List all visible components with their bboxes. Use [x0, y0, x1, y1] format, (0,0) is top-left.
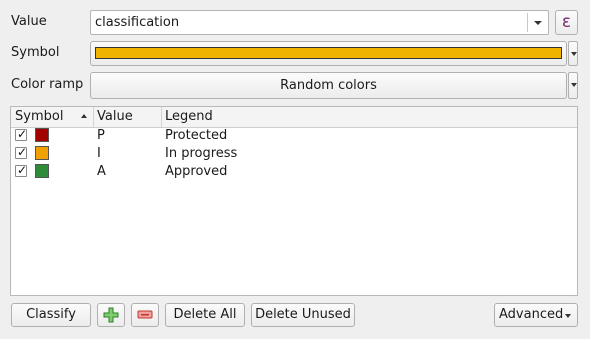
- row-checkbox[interactable]: ✓: [15, 145, 28, 159]
- expression-button[interactable]: ε: [555, 10, 578, 35]
- color-ramp-button[interactable]: Random colors: [90, 72, 567, 99]
- combo-separator: [527, 13, 528, 32]
- row-value: A: [97, 164, 106, 179]
- column-header-value[interactable]: Value: [97, 109, 133, 125]
- chevron-down-icon: [571, 83, 577, 87]
- table-row[interactable]: ✓ I In progress: [11, 145, 577, 163]
- color-ramp-dropdown-button[interactable]: [568, 72, 578, 99]
- advanced-menu-button[interactable]: Advanced: [494, 303, 578, 327]
- color-ramp-value: Random colors: [280, 78, 377, 93]
- column-divider[interactable]: [161, 107, 162, 127]
- row-legend: Protected: [165, 128, 228, 143]
- classes-table[interactable]: Symbol Value Legend ✓ P Protected ✓ I In…: [10, 106, 578, 296]
- checkmark-icon: ✓: [17, 127, 28, 141]
- value-label: Value: [11, 14, 47, 29]
- categorized-renderer-panel: Value classification ε Symbol Color ramp…: [0, 0, 590, 339]
- column-header-legend[interactable]: Legend: [165, 109, 213, 125]
- chevron-down-icon: [571, 52, 577, 56]
- symbol-dropdown-button[interactable]: [568, 41, 578, 66]
- checkmark-icon: ✓: [17, 145, 28, 159]
- column-header-symbol[interactable]: Symbol: [15, 109, 63, 125]
- add-class-button[interactable]: [97, 303, 125, 327]
- row-value: I: [97, 146, 101, 161]
- delete-unused-button[interactable]: Delete Unused: [251, 303, 355, 327]
- row-legend: In progress: [165, 146, 238, 161]
- sort-ascending-icon: [81, 114, 87, 118]
- remove-class-button[interactable]: [131, 303, 159, 327]
- table-row[interactable]: ✓ A Approved: [11, 163, 577, 181]
- chevron-down-icon: [565, 314, 571, 318]
- row-value: P: [97, 128, 105, 143]
- table-row[interactable]: ✓ P Protected: [11, 127, 577, 145]
- symbol-preview-swatch: [95, 47, 562, 59]
- checkmark-icon: ✓: [17, 163, 28, 177]
- symbol-button[interactable]: [90, 41, 567, 66]
- column-divider[interactable]: [93, 107, 94, 127]
- classify-button[interactable]: Classify: [11, 303, 91, 327]
- epsilon-icon: ε: [561, 12, 572, 32]
- table-header: Symbol Value Legend: [11, 107, 577, 128]
- symbol-label: Symbol: [11, 45, 60, 60]
- symbol-swatch[interactable]: [35, 164, 49, 178]
- symbol-swatch[interactable]: [35, 146, 49, 160]
- color-ramp-label: Color ramp: [11, 77, 84, 92]
- row-checkbox[interactable]: ✓: [15, 163, 28, 177]
- symbol-swatch[interactable]: [35, 128, 49, 142]
- delete-all-button[interactable]: Delete All: [165, 303, 245, 327]
- minus-icon: [137, 310, 153, 319]
- value-field-combo[interactable]: classification: [90, 10, 549, 35]
- chevron-down-icon: [534, 21, 542, 25]
- plus-icon: [103, 307, 119, 323]
- row-legend: Approved: [165, 164, 228, 179]
- row-checkbox[interactable]: ✓: [15, 127, 28, 141]
- advanced-label: Advanced: [499, 307, 564, 322]
- value-field-text: classification: [95, 15, 180, 30]
